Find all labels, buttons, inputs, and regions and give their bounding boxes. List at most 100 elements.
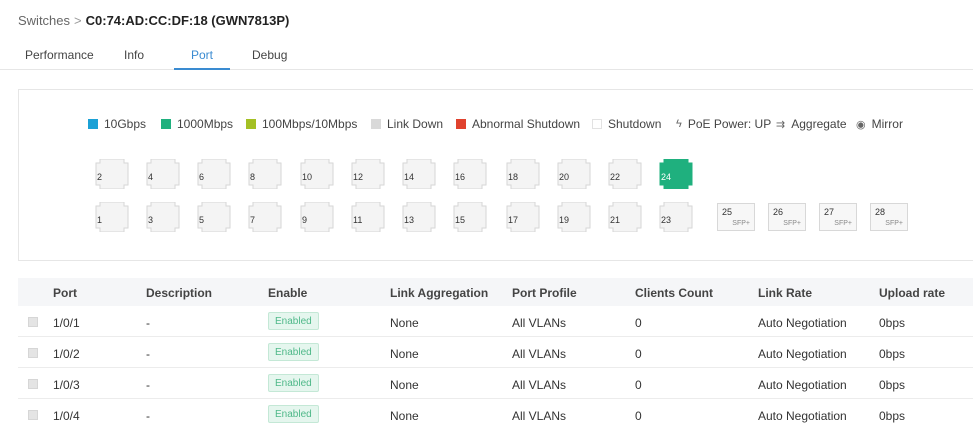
cell-upload-rate: 0bps [879,378,906,392]
sfp-tag: SFP+ [732,220,750,227]
port-number: 14 [404,172,415,182]
column-header-link-rate[interactable]: Link Rate [758,286,812,300]
port-2[interactable]: 2 [94,159,130,189]
legend-swatch [161,119,171,129]
table-row[interactable]: 1/0/4 - Enabled None All VLANs 0 Auto Ne… [18,399,973,426]
port-number: 23 [661,215,672,225]
sfp-tag: SFP+ [783,220,801,227]
cell-port: 1/0/1 [53,316,80,330]
cell-description: - [146,347,150,361]
cell-link-rate: Auto Negotiation [758,316,847,330]
cell-link-aggregation: None [390,378,419,392]
table-row[interactable]: 1/0/3 - Enabled None All VLANs 0 Auto Ne… [18,368,973,399]
port-number: 4 [148,172,154,182]
port-18[interactable]: 18 [505,159,541,189]
tab-debug[interactable]: Debug [252,48,287,62]
row-checkbox[interactable] [28,410,38,420]
legend-swatch [592,119,602,129]
cell-clients-count: 0 [635,316,642,330]
legend-label: Shutdown [608,117,662,131]
port-5[interactable]: 5 [196,202,232,232]
legend-label: Abnormal Shutdown [472,117,581,131]
port-number: 8 [250,172,256,182]
port-17[interactable]: 17 [505,202,541,232]
cell-clients-count: 0 [635,409,642,423]
port-8[interactable]: 8 [247,159,283,189]
cell-port-profile: All VLANs [512,409,567,423]
port-9[interactable]: 9 [299,202,335,232]
column-header-link-aggregation[interactable]: Link Aggregation [390,286,488,300]
port-3[interactable]: 3 [145,202,181,232]
cell-upload-rate: 0bps [879,347,906,361]
tab-info[interactable]: Info [124,48,144,62]
port-15[interactable]: 15 [452,202,488,232]
row-checkbox[interactable] [28,348,38,358]
port-6[interactable]: 6 [196,159,232,189]
port-number: 13 [404,215,415,225]
port-20[interactable]: 20 [556,159,592,189]
legend-swatch [456,119,466,129]
port-number: 3 [148,215,154,225]
port-number: 2 [97,172,103,182]
sfp-port-26[interactable]: 26 SFP+ [768,203,806,231]
port-number: 20 [559,172,570,182]
sfp-port-number: 26 [773,207,784,217]
column-header-clients-count[interactable]: Clients Count [635,286,713,300]
column-header-port-profile[interactable]: Port Profile [512,286,577,300]
table-row[interactable]: 1/0/1 - Enabled None All VLANs 0 Auto Ne… [18,306,973,337]
tab-performance[interactable]: Performance [25,48,94,62]
legend-swatch [246,119,256,129]
port-24[interactable]: 24 [658,159,694,189]
row-checkbox[interactable] [28,317,38,327]
legend-shutdown: Shutdown [592,117,661,131]
legend-abnormal-shutdown: Abnormal Shutdown [456,117,580,131]
column-header-upload-rate[interactable]: Upload rate [879,286,945,300]
breadcrumb-separator: > [74,13,82,28]
cell-port-profile: All VLANs [512,316,567,330]
breadcrumb-parent-link[interactable]: Switches [18,13,70,28]
legend-label: 100Mbps/10Mbps [262,117,358,131]
port-14[interactable]: 14 [401,159,437,189]
port-1[interactable]: 1 [94,202,130,232]
port-16[interactable]: 16 [452,159,488,189]
legend-mirror: ◉ Mirror [856,117,903,131]
port-12[interactable]: 12 [350,159,386,189]
sfp-port-25[interactable]: 25 SFP+ [717,203,755,231]
active-tab-indicator [174,68,230,70]
status-badge: Enabled [268,374,319,392]
cell-port: 1/0/2 [53,347,80,361]
sfp-port-number: 25 [722,207,733,217]
port-number: 18 [508,172,519,182]
cell-upload-rate: 0bps [879,409,906,423]
port-19[interactable]: 19 [556,202,592,232]
port-21[interactable]: 21 [607,202,643,232]
tab-bar: Performance Info Port Debug [0,38,973,70]
port-13[interactable]: 13 [401,202,437,232]
port-11[interactable]: 11 [350,202,386,232]
port-10[interactable]: 10 [299,159,335,189]
port-4[interactable]: 4 [145,159,181,189]
port-number: 5 [199,215,205,225]
row-checkbox[interactable] [28,379,38,389]
port-number: 24 [661,172,672,182]
cell-description: - [146,316,150,330]
column-header-port[interactable]: Port [53,286,77,300]
port-7[interactable]: 7 [247,202,283,232]
column-header-description[interactable]: Description [146,286,212,300]
cell-port: 1/0/4 [53,409,80,423]
port-23[interactable]: 23 [658,202,694,232]
legend-swatch [371,119,381,129]
tab-port[interactable]: Port [191,48,213,62]
cell-clients-count: 0 [635,347,642,361]
port-number: 12 [353,172,364,182]
cell-clients-count: 0 [635,378,642,392]
cell-port-profile: All VLANs [512,347,567,361]
sfp-port-27[interactable]: 27 SFP+ [819,203,857,231]
table-header: Port Description Enable Link Aggregation… [18,278,973,306]
port-number: 16 [455,172,466,182]
table-row[interactable]: 1/0/2 - Enabled None All VLANs 0 Auto Ne… [18,337,973,368]
column-header-enable[interactable]: Enable [268,286,307,300]
port-number: 10 [302,172,313,182]
port-22[interactable]: 22 [607,159,643,189]
sfp-port-28[interactable]: 28 SFP+ [870,203,908,231]
